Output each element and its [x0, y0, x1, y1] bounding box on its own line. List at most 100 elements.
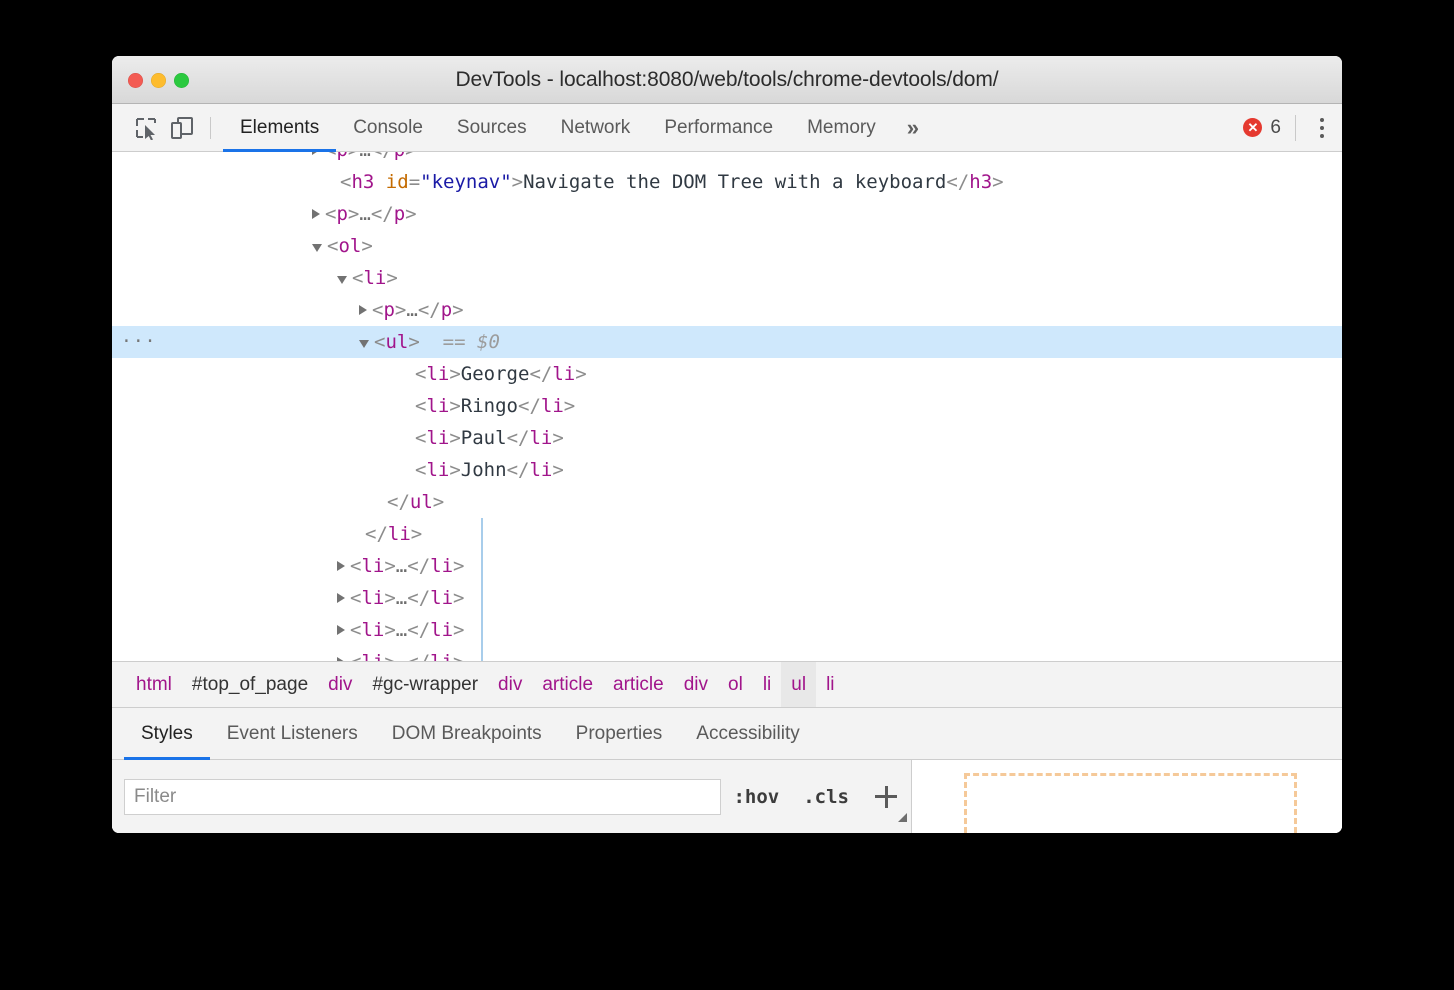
inspect-element-icon[interactable] — [128, 110, 164, 146]
error-count-label: 6 — [1270, 117, 1281, 139]
breadcrumb-item-li[interactable]: li — [816, 662, 844, 707]
device-toolbar-icon[interactable] — [164, 110, 200, 146]
window-controls — [128, 73, 189, 88]
code-token: li — [430, 587, 453, 609]
dom-tree-row[interactable]: <p>…</p> — [112, 198, 1342, 230]
code-token: </ — [407, 587, 430, 609]
tab-sources[interactable]: Sources — [440, 104, 544, 151]
toggle-element-state-button[interactable]: :hov — [721, 786, 791, 808]
code-token: li — [430, 651, 453, 662]
dom-tree-row[interactable]: <p>…</p> — [112, 294, 1342, 326]
code-token: li — [529, 427, 552, 449]
code-token: < — [374, 331, 385, 353]
dom-tree-row[interactable]: <li> — [112, 262, 1342, 294]
expand-arrow-right-icon[interactable] — [337, 561, 345, 571]
element-classes-button[interactable]: .cls — [791, 786, 861, 808]
new-style-rule-button[interactable] — [861, 760, 911, 833]
arrow-placeholder — [352, 530, 360, 538]
breadcrumb-item-li[interactable]: li — [753, 662, 781, 707]
styles-filter-bar: :hov .cls — [112, 760, 912, 833]
breadcrumb-item-html[interactable]: html — [126, 662, 182, 707]
expand-arrow-right-icon[interactable] — [337, 625, 345, 635]
code-token: "keynav" — [420, 171, 512, 193]
code-token: ol — [338, 235, 361, 257]
dom-tree-row[interactable]: <li>George</li> — [112, 358, 1342, 390]
dom-tree-row[interactable]: <li>John</li> — [112, 454, 1342, 486]
code-token: > — [552, 459, 563, 481]
computed-styles-pane — [912, 760, 1342, 833]
tab-styles[interactable]: Styles — [124, 708, 210, 759]
code-token: > — [384, 651, 395, 662]
dom-tree-row[interactable]: <p>…</p> — [112, 152, 1342, 166]
dom-tree-row[interactable]: </ul> — [112, 486, 1342, 518]
breadcrumb[interactable]: html#top_of_pagediv#gc-wrapperdivarticle… — [112, 662, 1342, 708]
breadcrumb-item-article[interactable]: article — [603, 662, 674, 707]
arrow-placeholder — [402, 402, 410, 410]
expand-arrow-right-icon[interactable] — [337, 657, 345, 663]
arrow-placeholder — [374, 498, 382, 506]
expand-arrow-right-icon[interactable] — [359, 305, 367, 315]
tab-event-listeners[interactable]: Event Listeners — [210, 708, 375, 759]
tab-network[interactable]: Network — [544, 104, 648, 151]
dom-tree-row[interactable]: <li>Ringo</li> — [112, 390, 1342, 422]
dom-tree-row[interactable]: <li>…</li> — [112, 582, 1342, 614]
close-window-button[interactable] — [128, 73, 143, 88]
code-token: h3 — [351, 171, 374, 193]
code-token: > — [453, 587, 464, 609]
code-token: li — [552, 363, 575, 385]
code-token: > — [348, 152, 359, 161]
breadcrumb-item-div[interactable]: div — [488, 662, 532, 707]
dom-tree-row[interactable]: ···<ul> == $0 — [112, 326, 1342, 358]
dom-tree-row[interactable]: <h3 id="keynav">Navigate the DOM Tree wi… — [112, 166, 1342, 198]
arrow-placeholder — [402, 370, 410, 378]
dom-tree-row[interactable]: </li> — [112, 518, 1342, 550]
expand-arrow-down-icon[interactable] — [337, 276, 347, 284]
code-token: = — [409, 171, 420, 193]
tab-console[interactable]: Console — [336, 104, 440, 151]
code-token: > — [449, 395, 460, 417]
breadcrumb-item-div[interactable]: div — [674, 662, 718, 707]
tab-properties[interactable]: Properties — [559, 708, 680, 759]
expand-arrow-right-icon[interactable] — [337, 593, 345, 603]
tab-elements[interactable]: Elements — [223, 104, 336, 151]
expand-arrow-right-icon[interactable] — [312, 152, 320, 155]
code-token: < — [325, 203, 336, 225]
code-token: li — [388, 523, 411, 545]
new-rule-dropdown-corner-icon[interactable] — [898, 813, 907, 822]
tab-performance[interactable]: Performance — [647, 104, 790, 151]
expand-arrow-right-icon[interactable] — [312, 209, 320, 219]
tab-dom-breakpoints[interactable]: DOM Breakpoints — [375, 708, 559, 759]
code-token: </ — [518, 395, 541, 417]
breadcrumb-item-article[interactable]: article — [532, 662, 603, 707]
code-token: id — [386, 171, 409, 193]
expand-arrow-down-icon[interactable] — [359, 340, 369, 348]
dom-tree-row[interactable]: <li>…</li> — [112, 646, 1342, 662]
row-overflow-dots[interactable]: ··· — [121, 326, 157, 358]
code-token: > — [552, 427, 563, 449]
dom-tree-row[interactable]: <ol> — [112, 230, 1342, 262]
code-token: … — [359, 203, 370, 225]
tab-memory[interactable]: Memory — [790, 104, 893, 151]
more-tabs-chevron-icon[interactable]: » — [893, 104, 933, 151]
expand-arrow-down-icon[interactable] — [312, 244, 322, 252]
dom-tree-row[interactable]: <li>…</li> — [112, 550, 1342, 582]
code-token: </ — [507, 459, 530, 481]
box-model-diagram — [964, 773, 1297, 833]
filter-input[interactable] — [124, 779, 721, 815]
dom-tree-panel[interactable]: <p>…</p><h3 id="keynav">Navigate the DOM… — [112, 152, 1342, 662]
dom-tree-row[interactable]: <li>…</li> — [112, 614, 1342, 646]
window-titlebar: DevTools - localhost:8080/web/tools/chro… — [112, 56, 1342, 104]
dom-tree-row[interactable]: <li>Paul</li> — [112, 422, 1342, 454]
more-options-kebab-icon[interactable] — [1312, 112, 1332, 144]
minimize-window-button[interactable] — [151, 73, 166, 88]
code-token: </ — [407, 619, 430, 641]
breadcrumb-item-ol[interactable]: ol — [718, 662, 753, 707]
breadcrumb-item-div[interactable]: div — [318, 662, 362, 707]
error-count-badge[interactable]: ✕ 6 — [1243, 117, 1295, 139]
breadcrumb-item-ul[interactable]: ul — [781, 662, 816, 707]
breadcrumb-item--top-of-page[interactable]: #top_of_page — [182, 662, 318, 707]
code-token: < — [350, 619, 361, 641]
maximize-window-button[interactable] — [174, 73, 189, 88]
breadcrumb-item--gc-wrapper[interactable]: #gc-wrapper — [362, 662, 488, 707]
tab-accessibility[interactable]: Accessibility — [679, 708, 816, 759]
